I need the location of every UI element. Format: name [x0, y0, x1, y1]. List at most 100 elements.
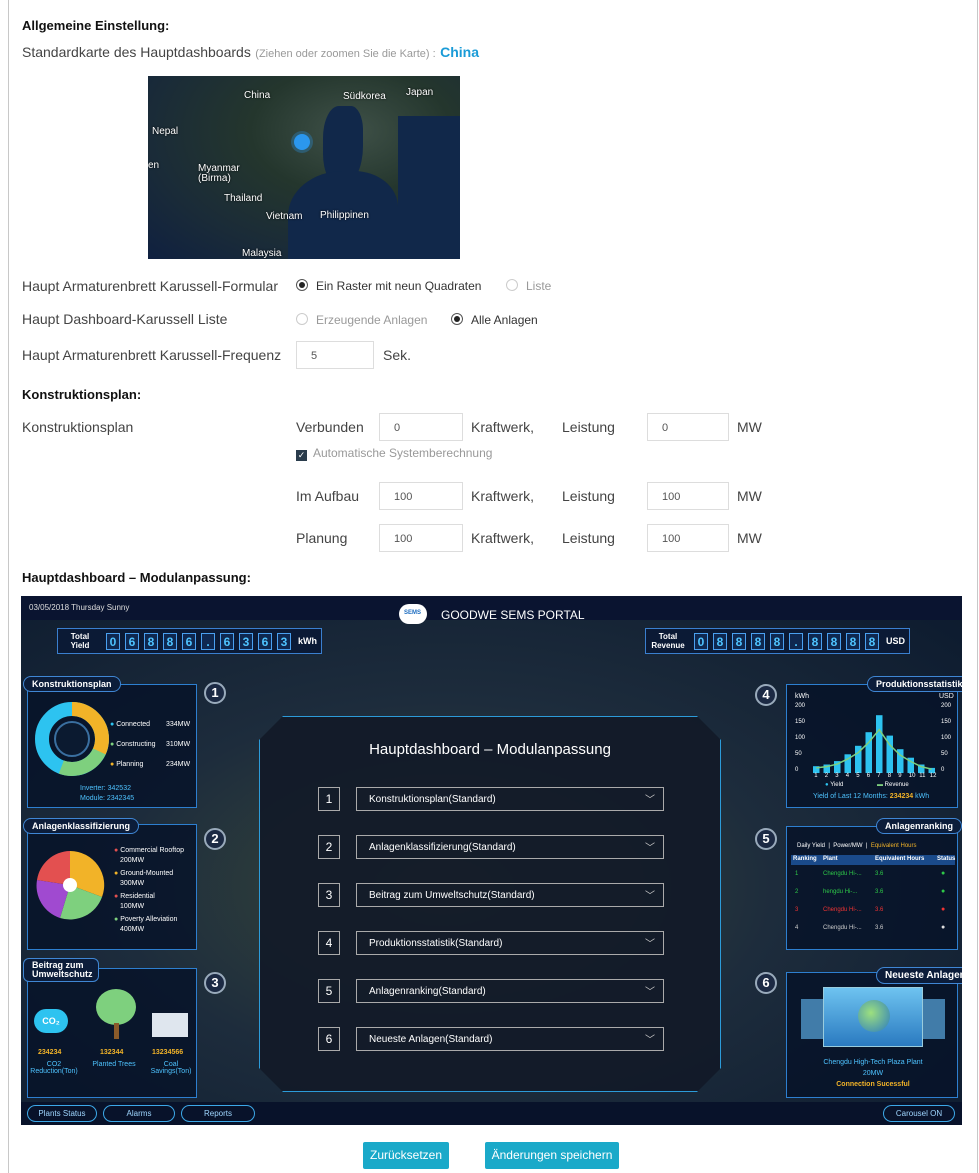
alarms-button[interactable]: Alarms: [103, 1105, 175, 1122]
plan-row-label: Verbunden: [296, 419, 364, 435]
carousel-freq-input[interactable]: 5: [296, 341, 374, 369]
panel-number-5: 5: [755, 828, 777, 850]
ranking-cell: 3: [795, 907, 799, 913]
checkmark-icon: ✓: [296, 450, 307, 461]
planning-value: 234MW: [166, 761, 191, 768]
co2-label: CO2 Reduction(Ton): [30, 1061, 78, 1075]
auto-calc-checkbox[interactable]: ✓ Automatische Systemberechnung: [296, 446, 492, 461]
planning-power-input[interactable]: 100: [647, 524, 729, 552]
map-region-link[interactable]: China: [440, 44, 479, 60]
module-number: 1: [318, 787, 340, 811]
status-dot-icon: ●: [941, 924, 946, 931]
counter-digit: 3: [277, 632, 291, 650]
counter-digit: 8: [865, 632, 879, 650]
reports-button[interactable]: Reports: [181, 1105, 255, 1122]
reset-button[interactable]: Zurücksetzen: [363, 1142, 449, 1169]
coal-label: Coal Savings(Ton): [150, 1061, 192, 1075]
modal-title: Hauptdashboard – Modulanpassung: [369, 741, 611, 758]
chart-x-tick: 5: [856, 773, 860, 779]
radio-empty-icon: [296, 313, 308, 325]
radio-generating-plants[interactable]: Erzeugende Anlagen: [296, 313, 427, 327]
module-select-value: Anlagenklassifizierung(Standard): [369, 842, 516, 853]
save-changes-button[interactable]: Änderungen speichern: [485, 1142, 619, 1169]
counter-digit: 6: [220, 632, 234, 650]
panel-title-classification: Anlagenklassifizierung: [23, 818, 140, 834]
production-footer: Yield of Last 12 Months: 234234 kWh: [813, 793, 930, 800]
module-select[interactable]: Anlagenklassifizierung(Standard) ﹀: [356, 835, 664, 859]
panel-title-environment: Beitrag zum Umweltschutz: [23, 958, 99, 982]
counter-digit: 8: [751, 632, 765, 650]
counter-digit: 6: [125, 632, 139, 650]
carousel-on-button[interactable]: Carousel ON: [883, 1105, 955, 1122]
plan-heading: Konstruktionsplan:: [22, 387, 142, 402]
axis-tick: 0: [795, 767, 799, 773]
chart-x-tick: 12: [929, 773, 937, 779]
constructing-power-input[interactable]: 100: [647, 482, 729, 510]
module-select-value: Produktionsstatistik(Standard): [369, 938, 503, 949]
legend-ground: ● Ground-Mounted: [114, 870, 174, 877]
production-chart: [813, 715, 935, 773]
residential-value: 100MW: [120, 903, 145, 910]
construction-donut: [35, 702, 109, 776]
carousel-freq-label: Haupt Armaturenbrett Karussell-Frequenz: [22, 347, 282, 363]
ranking-cell: Chengdu Hi-...: [823, 925, 862, 931]
default-map[interactable]: China Südkorea Japan Nepal Myanmar (Birm…: [148, 76, 460, 259]
panel-environment: CO₂ 234234 132344 13234566 CO2 Reduction…: [27, 968, 197, 1098]
module-select[interactable]: Neueste Anlagen(Standard) ﹀: [356, 1027, 664, 1051]
module-select[interactable]: Beitrag zum Umweltschutz(Standard) ﹀: [356, 883, 664, 907]
general-heading: Allgemeine Einstellung:: [22, 18, 170, 33]
module-select-value: Neueste Anlagen(Standard): [369, 1034, 493, 1045]
chart-bar: [876, 715, 883, 773]
connected-count-input[interactable]: 0: [379, 413, 463, 441]
panel-production-stats: kWh USD 200 150 100 50 0 200 150 100 50 0 123456…: [786, 684, 958, 808]
plants-status-button[interactable]: Plants Status: [27, 1105, 97, 1122]
axis-tick: 150: [795, 719, 806, 725]
chart-bar: [865, 732, 872, 773]
connected-power-input[interactable]: 0: [647, 413, 729, 441]
ranking-cell: 3.6: [875, 871, 884, 877]
legend-commercial: ● Commercial Rooftop: [114, 847, 184, 854]
leistung-label: Leistung: [562, 530, 615, 546]
module-number: 5: [318, 979, 340, 1003]
latest-plant-name: Chengdu High-Tech Plaza Plant: [823, 1059, 923, 1066]
ranking-cell: 4: [795, 925, 799, 931]
ranking-cell: 3.6: [875, 907, 884, 913]
status-dot-icon: ●: [941, 870, 946, 877]
axis-tick: 150: [941, 719, 952, 725]
legend-residential: ● Residential: [114, 893, 155, 900]
module-select[interactable]: Produktionsstatistik(Standard) ﹀: [356, 931, 664, 955]
radio-grid-nine[interactable]: Ein Raster mit neun Quadraten: [296, 279, 481, 293]
module-select[interactable]: Anlagenranking(Standard) ﹀: [356, 979, 664, 1003]
mw-label: MW: [737, 530, 762, 546]
panel-plant-ranking: Daily Yield | Power/MW | Equivalent Hour…: [786, 826, 958, 950]
map-location-marker: [294, 134, 310, 150]
legend-poverty: ● Poverty Alleviation: [114, 916, 178, 923]
counter-digit: 8: [808, 632, 822, 650]
panel-number-6: 6: [755, 972, 777, 994]
total-revenue-counter: Total Revenue 08888.8888 USD: [645, 628, 911, 654]
mw-label: MW: [737, 419, 762, 435]
counter-digit: 8: [770, 632, 784, 650]
axis-tick: 0: [941, 767, 945, 773]
module-select-value: Anlagenranking(Standard): [369, 986, 486, 997]
chevron-down-icon: ﹀: [645, 1035, 655, 1046]
radio-list[interactable]: Liste: [506, 279, 551, 293]
chevron-down-icon: ﹀: [645, 987, 655, 998]
chart-x-tick: 10: [908, 773, 916, 779]
mw-label: MW: [737, 488, 762, 504]
counter-digit: 0: [106, 632, 120, 650]
dashboard-bottombar: Plants Status Alarms Reports Carousel ON: [21, 1102, 962, 1125]
ranking-cell: Chengdu Hi-...: [823, 907, 862, 913]
trees-value: 132344: [100, 1049, 124, 1056]
freq-unit: Sek.: [383, 347, 412, 363]
planning-count-input[interactable]: 100: [379, 524, 463, 552]
radio-all-plants[interactable]: Alle Anlagen: [451, 313, 538, 327]
constructing-count-input[interactable]: 100: [379, 482, 463, 510]
counter-digit: 8: [163, 632, 177, 650]
latest-plant-power: 20MW: [862, 1070, 884, 1077]
module-select[interactable]: Konstruktionsplan(Standard) ﹀: [356, 787, 664, 811]
inverter-count: Inverter: 342532: [80, 785, 131, 792]
module-number: 3: [318, 883, 340, 907]
radio-empty-icon: [506, 279, 518, 291]
module-number: 2: [318, 835, 340, 859]
